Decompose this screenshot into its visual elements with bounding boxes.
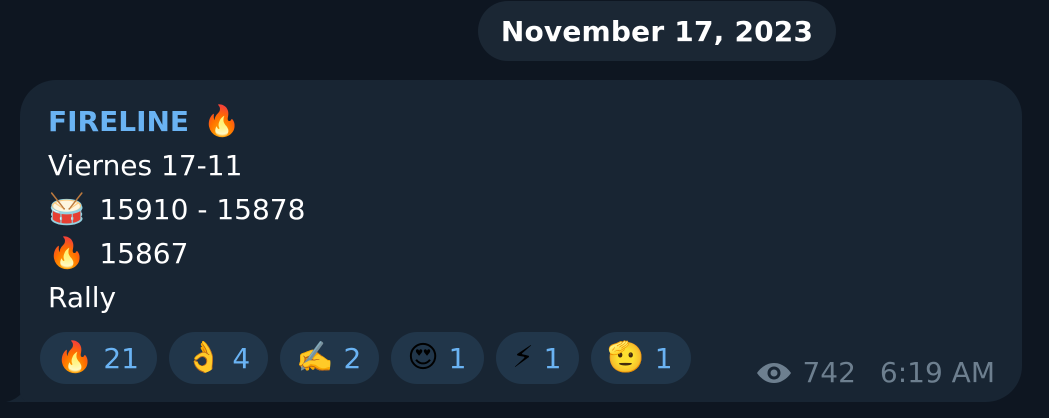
reactions-bar: 🔥 21 👌 4 ✍️ 2 😍 1 ⚡ 1 🫡 1 — [40, 332, 691, 384]
ok-hand-icon: 👌 — [185, 340, 223, 375]
message-body: FIRELINE 🔥 Viernes 17-11 🥁 15910 - 15878… — [48, 100, 305, 320]
reaction-fire[interactable]: 🔥 21 — [40, 332, 157, 384]
message-line: 🔥 15867 — [48, 232, 305, 276]
reaction-count: 2 — [343, 341, 362, 375]
message-line: 🥁 15910 - 15878 — [48, 188, 305, 232]
sender-name[interactable]: FIRELINE — [48, 100, 189, 144]
message-meta: 742 6:19 AM — [756, 356, 995, 389]
lightning-icon: ⚡ — [512, 340, 534, 375]
reaction-count: 4 — [232, 341, 251, 375]
heart-eyes-icon: 😍 — [407, 340, 439, 375]
writing-hand-icon: ✍️ — [296, 340, 334, 375]
reaction-heart-eyes[interactable]: 😍 1 — [391, 332, 485, 384]
message-line-text: Rally — [48, 281, 117, 314]
message-line-text: 15867 — [99, 237, 189, 270]
reaction-writing-hand[interactable]: ✍️ 2 — [280, 332, 380, 384]
reaction-count: 1 — [543, 341, 562, 375]
reaction-count: 1 — [654, 341, 673, 375]
sender-name-row[interactable]: FIRELINE 🔥 — [48, 100, 305, 144]
view-count: 742 — [802, 356, 856, 389]
fire-icon: 🔥 — [48, 236, 86, 271]
date-separator: November 17, 2023 — [478, 1, 836, 61]
fire-icon: 🔥 — [203, 104, 241, 139]
message-line: Rally — [48, 276, 305, 320]
eye-icon — [757, 362, 792, 383]
reaction-ok-hand[interactable]: 👌 4 — [169, 332, 269, 384]
message-line-text: 15910 - 15878 — [99, 193, 306, 226]
message-time: 6:19 AM — [879, 356, 995, 389]
date-separator-label: November 17, 2023 — [500, 14, 814, 48]
message-line: Viernes 17-11 — [48, 144, 305, 188]
salute-icon: 🫡 — [607, 340, 645, 375]
message-line-text: Viernes 17-11 — [48, 149, 243, 182]
chat-area: November 17, 2023 FIRELINE 🔥 Viernes 17-… — [0, 0, 1049, 418]
reaction-count: 21 — [103, 341, 139, 375]
drum-icon: 🥁 — [48, 192, 86, 227]
reaction-count: 1 — [448, 341, 467, 375]
reaction-lightning[interactable]: ⚡ 1 — [496, 332, 580, 384]
reaction-salute[interactable]: 🫡 1 — [591, 332, 691, 384]
fire-icon: 🔥 — [56, 340, 94, 375]
